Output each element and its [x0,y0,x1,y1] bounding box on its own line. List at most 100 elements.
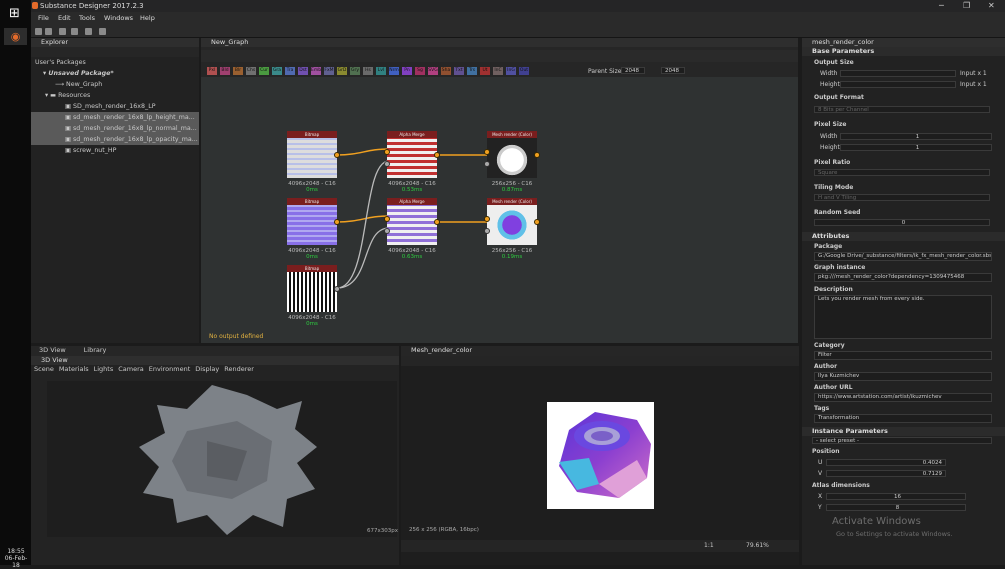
graph-node[interactable]: Alpha Merge 4096x2048 - C16 0.63ms [384,198,440,260]
v-slider[interactable]: 0.7129 [826,470,946,477]
minimize-icon[interactable]: ─ [939,1,944,10]
open-icon[interactable] [45,28,52,35]
tree-root[interactable]: User's Packages [31,57,199,68]
tree-file[interactable]: ▣ SD_mesh_render_16x8_LP [31,101,199,112]
description-field[interactable]: Lets you render mesh from every side. [814,295,992,339]
parent-size-select-2[interactable]: 2048 [661,67,685,74]
graph-canvas[interactable]: Bitmap 4096x2048 - C16 0ms Alpha Merge 4096x… [201,77,798,343]
width-slider[interactable] [840,70,956,77]
input-pin[interactable] [484,161,490,167]
atomic-node-button[interactable]: Dst [298,67,308,75]
menu-help[interactable]: Help [140,14,155,22]
tab-library[interactable]: Library [84,346,107,356]
tab-3d-view[interactable]: 3D View [39,346,66,356]
atomic-node-button[interactable]: Chs [246,67,256,75]
save-icon[interactable] [59,28,66,35]
atomic-node-button[interactable]: Emb [311,67,321,75]
atomic-node-button[interactable]: Tra [285,67,295,75]
random-seed-slider[interactable]: 0 [814,219,990,226]
input-pin[interactable] [484,228,490,234]
tree-file[interactable]: ▣ screw_nut_HP [31,145,199,156]
section-base-parameters[interactable]: Base Parameters [802,47,1005,56]
menu-windows[interactable]: Windows [104,14,133,22]
atomic-node-button[interactable]: Lvl [376,67,386,75]
author-url-field[interactable]: https://www.artstation.com/artist/ikuzmi… [814,393,992,402]
atomic-node-button[interactable]: GrD [337,67,347,75]
menu-file[interactable]: File [38,14,49,22]
atomic-node-button[interactable]: Hs [363,67,373,75]
atomic-node-button[interactable]: Cur [259,67,269,75]
tree-file[interactable]: ▣ sd_mesh_render_16x8_lp_normal_ma... [31,123,199,134]
view2d-image[interactable] [547,402,654,509]
atomic-node-button[interactable]: Nrm [389,67,399,75]
pixel-width-slider[interactable]: 1 [840,133,992,140]
view3d-viewport[interactable] [47,381,397,537]
windows-start-icon[interactable]: ⊞ [9,6,20,21]
taskbar-clock[interactable]: 18:55 06-Feb-18 [2,548,30,569]
package-field[interactable]: G:/Google Drive/_substance/filters/ik_fx… [814,252,992,261]
section-instance-parameters[interactable]: Instance Parameters [802,427,1005,436]
tree-file[interactable]: ▣ sd_mesh_render_16x8_lp_opacity_ma... [31,134,199,145]
menu-edit[interactable]: Edit [58,14,71,22]
zoom-level[interactable]: 79.61% [746,542,769,549]
graph-node[interactable]: Mesh render (Color) 256x256 - C16 0.87ms [484,131,540,193]
output-pin[interactable] [534,152,540,158]
ratio-button[interactable]: 1:1 [704,542,714,549]
close-icon[interactable]: ✕ [988,1,995,10]
redo-icon[interactable] [99,28,106,35]
tree-package[interactable]: ▾ Unsaved Package* [31,68,199,79]
atomic-node-button[interactable]: Out [519,67,529,75]
tree-graph[interactable]: ⟶ New_Graph [31,79,199,90]
tags-field[interactable]: Transformation [814,414,992,423]
view3d-menu-item[interactable]: Display [195,365,219,375]
substance-app-icon[interactable]: ◉ [4,28,27,45]
output-pin[interactable] [334,286,340,292]
atomic-node-button[interactable]: FxM [324,67,334,75]
output-format-select[interactable]: 8 Bits per Channel [814,106,990,113]
view3d-menu-item[interactable]: Materials [59,365,89,375]
undo-icon[interactable] [85,28,92,35]
u-slider[interactable]: 0.4024 [826,459,946,466]
graph-node[interactable]: Alpha Merge 4096x2048 - C16 0.53ms [384,131,440,193]
output-pin[interactable] [434,219,440,225]
atomic-node-button[interactable]: InG [506,67,516,75]
output-pin[interactable] [434,152,440,158]
graph-node[interactable]: Bitmap 4096x2048 - C16 0ms [287,265,340,327]
parent-size-select[interactable]: 2048 [621,67,645,74]
atlas-x-slider[interactable]: 16 [826,493,966,500]
graph-node[interactable]: Mesh render (Color) 256x256 - C16 0.19ms [484,198,540,260]
graph-node[interactable]: Bitmap 4096x2048 - C16 0ms [287,131,340,193]
atlas-y-slider[interactable]: 8 [826,504,966,511]
atomic-node-button[interactable]: Txt [454,67,464,75]
atomic-node-button[interactable]: Gra [272,67,282,75]
atomic-node-button[interactable]: Gry [350,67,360,75]
tiling-mode-select[interactable]: H and V Tiling [814,194,990,201]
view3d-menu-item[interactable]: Renderer [224,365,254,375]
menu-tools[interactable]: Tools [79,14,95,22]
view3d-menu-item[interactable]: Lights [94,365,114,375]
atomic-node-button[interactable]: Pn [402,67,412,75]
pixel-ratio-select[interactable]: Square [814,169,990,176]
maximize-icon[interactable]: ❐ [963,1,970,10]
output-pin[interactable] [334,219,340,225]
view3d-menu-item[interactable]: Camera [118,365,144,375]
view3d-menu-item[interactable]: Environment [149,365,191,375]
graph-node[interactable]: Bitmap 4096x2048 - C16 0ms [287,198,340,260]
preset-select[interactable]: - select preset - [812,437,992,444]
atomic-node-button[interactable]: Trs [467,67,477,75]
new-icon[interactable] [35,28,42,35]
input-pin[interactable] [384,216,390,222]
graph-instance-field[interactable]: pkg:///mesh_render_color?dependency=1309… [814,273,992,282]
category-field[interactable]: Filter [814,351,992,360]
input-pin[interactable] [484,149,490,155]
section-attributes[interactable]: Attributes [802,232,1005,241]
atomic-node-button[interactable]: Pxl [207,67,217,75]
tree-file[interactable]: ▣ sd_mesh_render_16x8_lp_height_ma... [31,112,199,123]
atomic-node-button[interactable]: Sg [415,67,425,75]
save-all-icon[interactable] [71,28,78,35]
graph-tab[interactable]: New_Graph [201,38,798,47]
tree-resources[interactable]: ▾ ▬ Resources [31,90,199,101]
input-pin[interactable] [384,161,390,167]
height-slider[interactable] [840,81,956,88]
input-pin[interactable] [384,228,390,234]
